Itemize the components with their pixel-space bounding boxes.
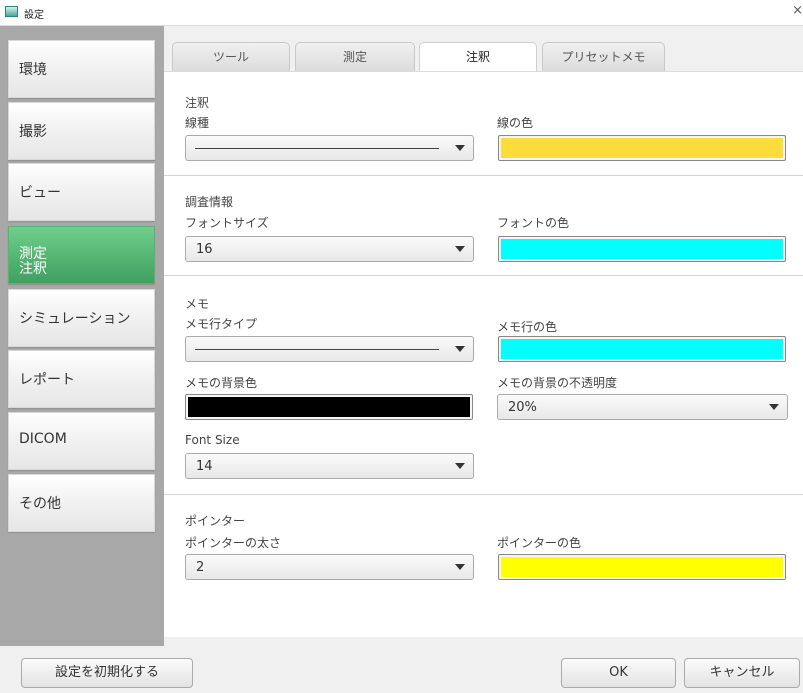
- chevron-down-icon: [455, 564, 465, 570]
- tab-measure[interactable]: 測定: [295, 42, 415, 71]
- line-type-select[interactable]: [185, 135, 474, 161]
- divider: [164, 275, 803, 276]
- settings-panel: 注釈 線種 線の色 調査情報 フォントサイズ フォントの色 16 メモ メモ行タ…: [164, 71, 803, 637]
- app-icon: [5, 6, 18, 17]
- memo-line-type-label: メモ行タイプ: [185, 317, 258, 331]
- memo-font-size-label: Font Size: [185, 433, 240, 447]
- line-style-preview: [195, 349, 439, 350]
- sidebar-item-dicom[interactable]: DICOM: [8, 412, 155, 470]
- divider: [164, 175, 803, 176]
- pointer-color-swatch: [501, 557, 783, 577]
- font-color-picker[interactable]: [498, 236, 786, 262]
- sidebar-item-report[interactable]: レポート: [8, 350, 155, 408]
- memo-font-size-value: 14: [196, 459, 213, 474]
- sidebar-item-capture[interactable]: 撮影: [8, 102, 155, 160]
- font-color-swatch: [501, 239, 783, 259]
- divider: [164, 494, 803, 495]
- chevron-down-icon: [455, 246, 465, 252]
- sidebar-item-measure-annotation[interactable]: 測定 注釈: [8, 226, 155, 284]
- survey-section-title: 調査情報: [185, 195, 234, 209]
- memo-bg-color-picker[interactable]: [185, 394, 473, 420]
- memo-bg-opacity-label: メモの背景の不透明度: [497, 376, 618, 390]
- memo-bg-opacity-value: 20%: [508, 400, 537, 415]
- memo-line-color-picker[interactable]: [498, 336, 786, 362]
- tab-annotation[interactable]: 注釈: [419, 42, 537, 72]
- sidebar-item-simulation[interactable]: シミュレーション: [8, 289, 155, 347]
- memo-bg-color-label: メモの背景色: [185, 376, 258, 390]
- annotation-section-title: 注釈: [185, 96, 210, 110]
- memo-bg-opacity-select[interactable]: 20%: [497, 394, 788, 420]
- chevron-down-icon: [455, 463, 465, 469]
- font-size-select[interactable]: 16: [185, 236, 474, 262]
- chevron-down-icon: [769, 404, 779, 410]
- font-color-label: フォントの色: [497, 216, 570, 230]
- sidebar-item-environment[interactable]: 環境: [8, 40, 155, 98]
- tab-tools[interactable]: ツール: [172, 42, 290, 71]
- reset-settings-button[interactable]: 設定を初期化する: [21, 658, 193, 688]
- memo-line-color-label: メモ行の色: [497, 320, 558, 334]
- sidebar: 環境 撮影 ビュー 測定 注釈 シミュレーション レポート DICOM その他: [0, 26, 164, 646]
- line-type-label: 線種: [185, 116, 210, 130]
- pointer-section-title: ポインター: [185, 514, 246, 528]
- sidebar-item-view[interactable]: ビュー: [8, 163, 155, 221]
- memo-bg-color-swatch: [188, 397, 470, 417]
- pointer-color-picker[interactable]: [498, 554, 786, 580]
- pointer-thickness-label: ポインターの太さ: [185, 536, 282, 550]
- pointer-thickness-value: 2: [196, 560, 205, 575]
- sidebar-item-other[interactable]: その他: [8, 474, 155, 532]
- line-style-preview: [195, 148, 439, 149]
- tab-preset-memo[interactable]: プリセットメモ: [542, 42, 665, 71]
- line-color-picker[interactable]: [498, 135, 786, 161]
- pointer-color-label: ポインターの色: [497, 536, 582, 550]
- tab-bar: ツール 測定 注釈 プリセットメモ: [172, 42, 803, 72]
- line-color-label: 線の色: [497, 116, 534, 130]
- pointer-thickness-select[interactable]: 2: [185, 554, 474, 580]
- close-icon[interactable]: ×: [789, 3, 803, 21]
- cancel-button[interactable]: キャンセル: [684, 658, 800, 688]
- line-color-swatch: [501, 138, 783, 158]
- memo-section-title: メモ: [185, 297, 210, 311]
- chevron-down-icon: [455, 145, 465, 151]
- title-bar: 設定 ×: [0, 0, 803, 26]
- memo-line-color-swatch: [501, 339, 783, 359]
- chevron-down-icon: [455, 346, 465, 352]
- ok-button[interactable]: OK: [561, 658, 676, 688]
- memo-line-type-select[interactable]: [185, 336, 474, 362]
- window-title: 設定: [24, 10, 44, 21]
- font-size-value: 16: [196, 242, 213, 257]
- memo-font-size-select[interactable]: 14: [185, 453, 474, 479]
- font-size-label: フォントサイズ: [185, 216, 269, 230]
